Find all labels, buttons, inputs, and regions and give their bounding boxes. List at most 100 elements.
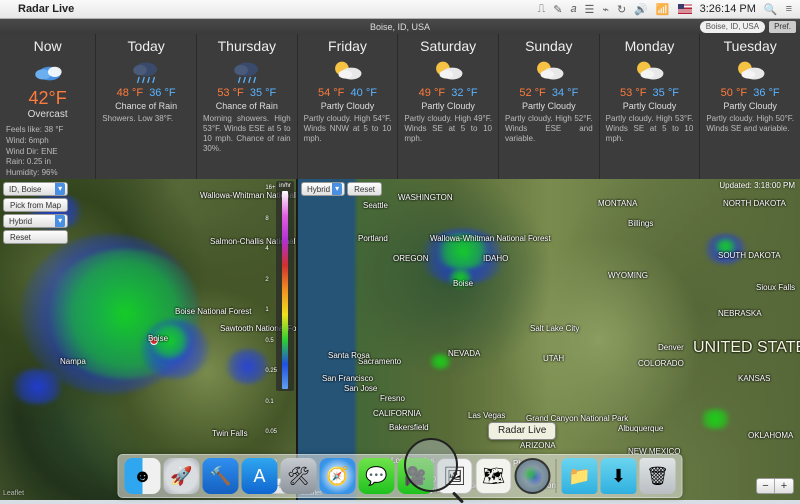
map-attribution: Leaflet xyxy=(3,490,24,497)
layer-select[interactable]: Hybrid xyxy=(301,182,345,196)
map-label: Sioux Falls xyxy=(756,283,795,292)
forecast-condition: Chance of Rain xyxy=(216,101,278,111)
location-search-input[interactable]: Boise, ID, USA xyxy=(700,21,765,33)
zoom-control: − + xyxy=(756,478,794,494)
local-radar-map[interactable]: Wallowa-Whitman National ForestSalmon-Ch… xyxy=(0,179,298,500)
weather-icon xyxy=(431,57,465,85)
zoom-out-button[interactable]: − xyxy=(757,479,775,493)
map-label: MONTANA xyxy=(598,199,637,208)
forecast-day-title: Tuesday xyxy=(724,38,777,54)
weather-icon xyxy=(532,57,566,85)
app-window: Boise, ID, USA Boise, ID, USA Pref. Now … xyxy=(0,19,800,500)
preferences-button[interactable]: Pref. xyxy=(769,21,796,33)
map-label: NEVADA xyxy=(448,349,480,358)
map-label: CALIFORNIA xyxy=(373,409,421,418)
forecast-condition: Partly Cloudy xyxy=(723,101,777,111)
input-flag-icon[interactable] xyxy=(678,4,692,14)
radar-intensity-legend: in/hr xyxy=(276,181,294,391)
wifi-icon[interactable]: ☰ xyxy=(584,3,594,16)
zoom-in-button[interactable]: + xyxy=(775,479,793,493)
dock-preview-icon[interactable]: 🖼 xyxy=(437,458,473,494)
map-label: Albuquerque xyxy=(618,424,663,433)
status-icon[interactable]: 𝑎 xyxy=(571,3,577,16)
forecast-day-title: Now xyxy=(34,38,62,54)
weather-icon xyxy=(330,57,364,85)
weather-icon xyxy=(129,57,163,85)
map-label: Billings xyxy=(628,219,653,228)
spotlight-icon[interactable]: 🔍 xyxy=(764,3,778,16)
map-label: Fresno xyxy=(380,394,405,403)
dock-tool-icon[interactable]: 🛠 xyxy=(281,458,317,494)
dock-messages-icon[interactable]: 💬 xyxy=(359,458,395,494)
mac-menubar: Radar Live ⎍ ✎ 𝑎 ☰ ⌁ ↻ 🔊 📶 3:26:14 PM 🔍 … xyxy=(0,0,800,19)
map-label: Boise National Forest xyxy=(175,307,251,316)
forecast-description: Morning showers. High 53°F. Winds ESE at… xyxy=(203,114,291,154)
current-temp: 42°F xyxy=(29,88,67,109)
weather-icon xyxy=(632,57,666,85)
dock-radar-icon[interactable] xyxy=(515,458,551,494)
last-updated-label: Updated: 3:18:00 PM xyxy=(719,181,795,190)
dock-folder2-icon[interactable]: ⬇ xyxy=(601,458,637,494)
map-label: WASHINGTON xyxy=(398,193,453,202)
map-label: Boise xyxy=(148,334,168,343)
forecast-condition: Partly Cloudy xyxy=(421,101,475,111)
dock-separator xyxy=(556,459,557,493)
map-label: Seattle xyxy=(363,201,388,210)
location-title: Boise, ID, USA xyxy=(370,22,430,32)
menubar-status-area: ⎍ ✎ 𝑎 ☰ ⌁ ↻ 🔊 📶 3:26:14 PM 🔍 ≡ xyxy=(538,3,792,16)
legend-ticks: 16+84210.50.250.10.050.020.01 xyxy=(265,185,277,496)
dock-safari-icon[interactable]: 🧭 xyxy=(320,458,356,494)
volume-icon[interactable]: 🔊 xyxy=(634,3,648,16)
map-label: SOUTH DAKOTA xyxy=(718,251,781,260)
bluetooth-icon[interactable]: ⌁ xyxy=(602,3,609,16)
reset-button[interactable]: Reset xyxy=(3,230,68,244)
dock-facetime-icon[interactable]: 🎥 xyxy=(398,458,434,494)
pick-from-map-button[interactable]: Pick from Map xyxy=(3,198,68,212)
forecast-day-title: Friday xyxy=(328,38,367,54)
forecast-description: Partly cloudy. High 54°F. Winds NNW at 5… xyxy=(304,114,392,144)
app-menu-title[interactable]: Radar Live xyxy=(18,3,74,15)
status-icon[interactable]: ⎍ xyxy=(538,3,546,16)
forecast-day-title: Thursday xyxy=(218,38,276,54)
menubar-clock[interactable]: 3:26:14 PM xyxy=(700,3,756,15)
map-label: UNITED STATES xyxy=(693,339,800,357)
layer-select[interactable]: Hybrid xyxy=(3,214,68,228)
current-condition: Overcast xyxy=(28,109,68,120)
map-label: San Jose xyxy=(344,384,377,393)
dock-folder-icon[interactable]: 📁 xyxy=(562,458,598,494)
forecast-strip: Now 42°F Overcast Feels like: 38 °F Wind… xyxy=(0,34,800,179)
legend-title: in/hr xyxy=(279,183,291,189)
wifi-icon[interactable]: 📶 xyxy=(656,3,670,16)
location-header: Boise, ID, USA Boise, ID, USA Pref. xyxy=(0,19,800,34)
forecast-condition: Chance of Rain xyxy=(115,101,177,111)
forecast-temps: 50 °F 36 °F xyxy=(721,87,780,99)
forecast-day: Thursday53 °F 35 °FChance of RainMorning… xyxy=(197,34,298,179)
forecast-day-title: Today xyxy=(127,38,164,54)
dock-launchpad-icon[interactable]: 🚀 xyxy=(164,458,200,494)
map-label: Bakersfield xyxy=(389,423,429,432)
forecast-day: Today48 °F 36 °FChance of RainShowers. L… xyxy=(96,34,197,179)
dock-trash-icon[interactable]: 🗑 xyxy=(640,458,676,494)
map-label: Las Vegas xyxy=(468,411,505,420)
map-label: Twin Falls xyxy=(212,429,248,438)
dock-xcode-icon[interactable]: 🔨 xyxy=(203,458,239,494)
dock-maps-icon[interactable]: 🗺 xyxy=(476,458,512,494)
status-icon[interactable]: ✎ xyxy=(553,3,562,16)
map-label: Wallowa-Whitman National Forest xyxy=(430,234,551,243)
forecast-day: Monday53 °F 35 °FPartly CloudyPartly clo… xyxy=(600,34,701,179)
reset-button[interactable]: Reset xyxy=(347,182,382,196)
forecast-temps: 52 °F 34 °F xyxy=(519,87,578,99)
map-label: NEBRASKA xyxy=(718,309,762,318)
weather-icon xyxy=(733,57,767,85)
location-select[interactable]: ID, Boise xyxy=(3,182,68,196)
dock-appstore-icon[interactable]: A xyxy=(242,458,278,494)
map-label: OREGON xyxy=(393,254,429,263)
timemachine-icon[interactable]: ↻ xyxy=(617,3,626,16)
notification-center-icon[interactable]: ≡ xyxy=(786,3,792,15)
dock-finder-icon[interactable]: ☻ xyxy=(125,458,161,494)
national-radar-map[interactable]: WASHINGTONSeattleMONTANAPortlandOREGONID… xyxy=(298,179,800,500)
map-label: IDAHO xyxy=(483,254,508,263)
map-label: Salt Lake City xyxy=(530,324,579,333)
map-label: Boise xyxy=(453,279,473,288)
map-label: OKLAHOMA xyxy=(748,431,793,440)
